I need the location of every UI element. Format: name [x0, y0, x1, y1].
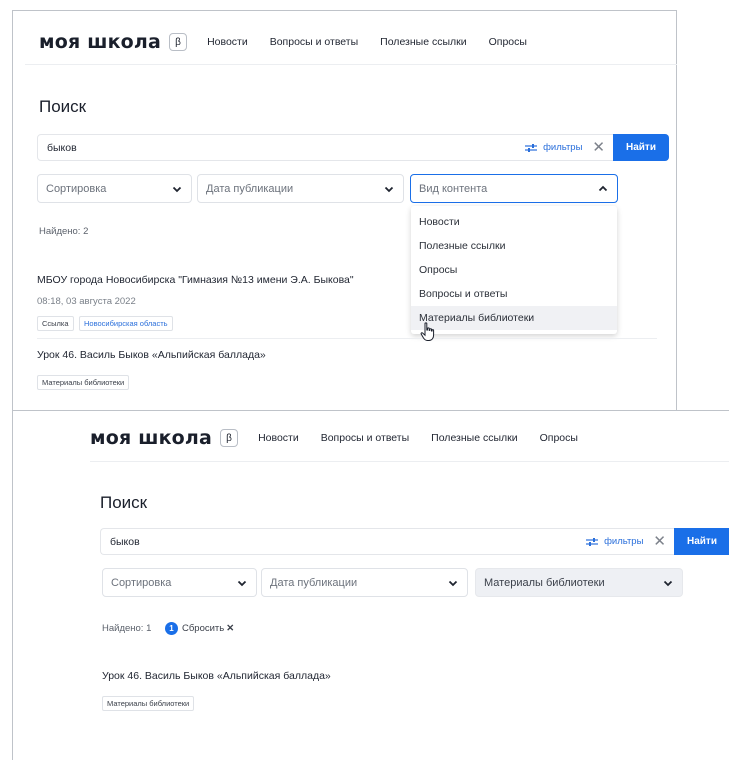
filters-button[interactable]: фильтры	[586, 536, 643, 547]
nav-links[interactable]: Полезные ссылки	[431, 432, 517, 444]
sliders-icon	[586, 537, 599, 546]
beta-badge: β	[169, 33, 188, 51]
dropdown-option-library[interactable]: Материалы библиотеки	[411, 306, 617, 330]
date-select[interactable]: Дата публикации	[261, 568, 468, 597]
chevron-down-icon	[237, 580, 247, 586]
content-type-value: Материалы библиотеки	[484, 576, 605, 589]
nav-polls[interactable]: Опросы	[540, 432, 578, 444]
clear-icon[interactable]: ✕	[592, 140, 605, 155]
result-tag: Материалы библиотеки	[102, 696, 195, 711]
hand-cursor-icon	[420, 322, 435, 341]
site-logo[interactable]: моя школа	[39, 31, 161, 53]
find-button[interactable]: Найти	[674, 528, 729, 555]
top-navbar: моя школа β Новости Вопросы и ответы Пол…	[39, 31, 527, 53]
date-select-label: Дата публикации	[270, 576, 358, 589]
filters-label: фильтры	[543, 142, 583, 153]
chevron-down-icon	[384, 186, 394, 192]
nav-qa[interactable]: Вопросы и ответы	[270, 36, 358, 48]
sliders-icon	[525, 143, 538, 152]
chevron-down-icon	[663, 580, 673, 586]
content-type-select[interactable]: Вид контента	[410, 174, 618, 203]
result-title[interactable]: МБОУ города Новосибирска "Гимназия №13 и…	[37, 274, 354, 286]
dropdown-option-news[interactable]: Новости	[411, 210, 617, 234]
beta-badge: β	[220, 429, 239, 447]
filters-button[interactable]: фильтры	[525, 142, 582, 153]
result-date: 08:18, 03 августа 2022	[37, 296, 136, 307]
dropdown-option-qa[interactable]: Вопросы и ответы	[411, 282, 617, 306]
nav-qa[interactable]: Вопросы и ответы	[321, 432, 409, 444]
result-title[interactable]: Урок 46. Василь Быков «Альпийская баллад…	[37, 349, 266, 361]
result-divider	[37, 338, 657, 339]
navbar-divider	[90, 461, 729, 462]
top-navbar: моя школа β Новости Вопросы и ответы Пол…	[90, 427, 578, 449]
close-icon: ✕	[226, 623, 235, 634]
search-input[interactable]: быков	[101, 536, 586, 548]
nav-polls[interactable]: Опросы	[489, 36, 527, 48]
nav-news[interactable]: Новости	[207, 36, 248, 48]
navbar-divider	[25, 64, 677, 65]
dropdown-option-polls[interactable]: Опросы	[411, 258, 617, 282]
result-tag: Материалы библиотеки	[37, 375, 130, 390]
content-type-dropdown: Новости Полезные ссылки Опросы Вопросы и…	[411, 206, 617, 334]
result-tag: Ссылка	[37, 316, 74, 331]
search-bar: быков фильтры ✕ Найти	[100, 528, 729, 555]
sort-select[interactable]: Сортировка	[102, 568, 257, 597]
site-logo[interactable]: моя школа	[90, 427, 212, 449]
reset-label: Сбросить	[182, 623, 225, 634]
chevron-down-icon	[448, 580, 458, 586]
find-button[interactable]: Найти	[613, 134, 669, 161]
results-count: Найдено: 2	[39, 226, 89, 237]
sort-select[interactable]: Сортировка	[37, 174, 192, 203]
result-tag-region[interactable]: Новосибирская область	[79, 316, 173, 331]
nav-news[interactable]: Новости	[258, 432, 299, 444]
search-input[interactable]: быков	[38, 142, 525, 154]
search-screen-dropdown-open: моя школа β Новости Вопросы и ответы Пол…	[12, 10, 677, 412]
sort-select-label: Сортировка	[46, 182, 107, 195]
result-title[interactable]: Урок 46. Василь Быков «Альпийская баллад…	[102, 670, 331, 682]
dropdown-option-links[interactable]: Полезные ссылки	[411, 234, 617, 258]
sort-select-label: Сортировка	[111, 576, 172, 589]
content-type-label: Вид контента	[419, 182, 488, 195]
search-bar: быков фильтры ✕ Найти	[37, 134, 669, 161]
nav-links[interactable]: Полезные ссылки	[380, 36, 466, 48]
reset-filters-button[interactable]: 1 Сбросить ✕	[165, 622, 234, 635]
filters-label: фильтры	[604, 536, 644, 547]
date-select[interactable]: Дата публикации	[197, 174, 404, 203]
date-select-label: Дата публикации	[206, 182, 294, 195]
clear-icon[interactable]: ✕	[653, 534, 666, 549]
search-screen-filtered: моя школа β Новости Вопросы и ответы Пол…	[12, 410, 729, 760]
chevron-up-icon	[598, 185, 608, 191]
page-title: Поиск	[100, 493, 148, 512]
results-count: Найдено: 1	[102, 623, 152, 634]
page-title: Поиск	[39, 97, 87, 116]
active-filters-count: 1	[165, 622, 178, 635]
chevron-down-icon	[172, 186, 182, 192]
content-type-select[interactable]: Материалы библиотеки	[475, 568, 683, 597]
